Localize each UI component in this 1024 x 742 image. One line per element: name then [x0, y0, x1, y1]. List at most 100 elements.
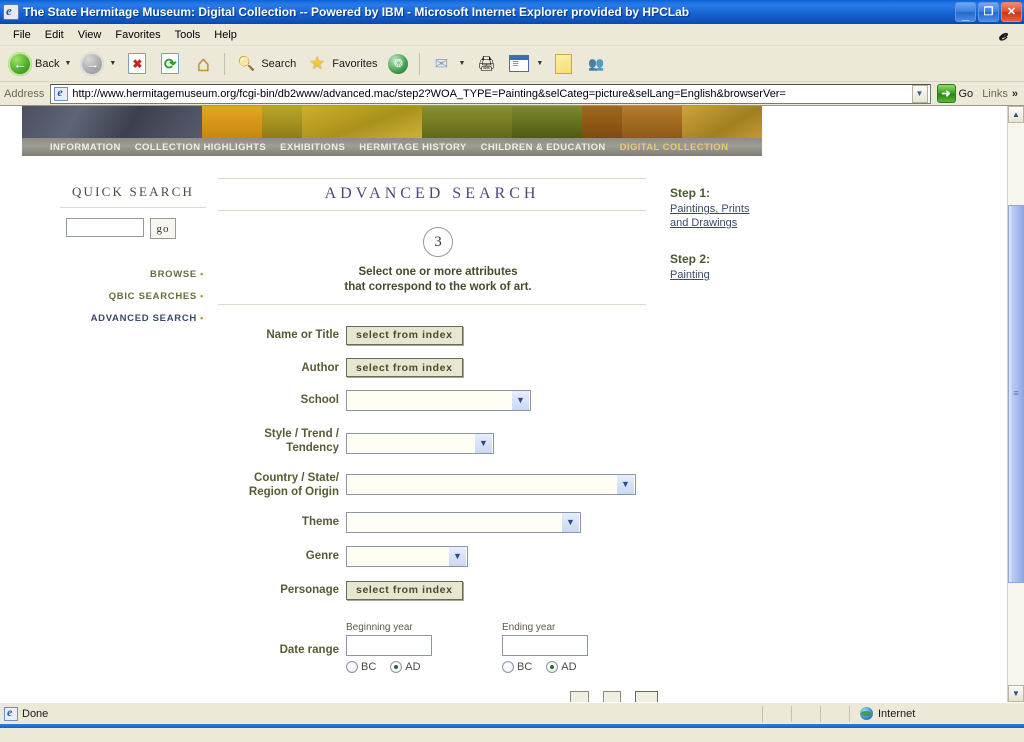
- menu-item-favorites[interactable]: Favorites: [108, 27, 167, 43]
- scroll-up-button[interactable]: ▲: [1008, 106, 1024, 123]
- radio-ad-icon[interactable]: [546, 660, 559, 673]
- minimize-button[interactable]: _: [955, 2, 976, 22]
- nav-item-children-education[interactable]: CHILDREN & EDUCATION: [481, 142, 606, 153]
- form-button-3[interactable]: [635, 690, 659, 702]
- left-sidebar: QUICK SEARCH go BROWSE • QBIC SEARCHES • A…: [0, 178, 218, 702]
- menu-item-edit[interactable]: Edit: [38, 27, 71, 43]
- divider: [218, 304, 646, 305]
- mail-dropdown-icon[interactable]: ▼: [458, 60, 465, 67]
- sidebar-item-qbic-label: QBIC SEARCHES: [108, 291, 197, 302]
- links-button[interactable]: Links »: [982, 88, 1022, 100]
- scrollbar-track[interactable]: [1008, 123, 1024, 685]
- sidebar-item-browse[interactable]: BROWSE •: [0, 269, 204, 280]
- school-select[interactable]: ▼: [346, 390, 531, 411]
- print-button[interactable]: [470, 50, 502, 78]
- address-dropdown-icon[interactable]: ▼: [911, 84, 928, 103]
- step2-heading: Step 2:: [670, 252, 711, 266]
- window-controls: _ ❐ ✕: [955, 2, 1022, 22]
- country-region-select[interactable]: ▼: [346, 474, 636, 495]
- back-button[interactable]: ← Back ▼: [4, 50, 75, 78]
- beginning-year-caption: Beginning year: [346, 621, 413, 633]
- personage-select-from-index-button[interactable]: select from index: [346, 580, 463, 600]
- radio-bc-icon[interactable]: [502, 660, 514, 673]
- menu-item-help[interactable]: Help: [207, 27, 244, 43]
- ending-year-ad-option[interactable]: AD: [546, 660, 577, 673]
- scrollbar-thumb[interactable]: [1008, 205, 1024, 583]
- step1-link-line2[interactable]: and Drawings: [670, 216, 858, 230]
- nav-item-exhibitions[interactable]: EXHIBITIONS: [280, 142, 345, 153]
- field-label-school: School: [300, 394, 339, 406]
- quick-search-input[interactable]: [66, 218, 144, 237]
- menu-item-tools[interactable]: Tools: [168, 27, 208, 43]
- radio-ad-icon[interactable]: [390, 660, 403, 673]
- messenger-button[interactable]: [580, 50, 612, 78]
- menu-item-file[interactable]: File: [6, 27, 38, 43]
- vertical-scrollbar[interactable]: ▲ ▼: [1007, 106, 1024, 702]
- field-label-theme: Theme: [301, 516, 339, 528]
- search-button[interactable]: Search: [230, 50, 300, 78]
- style-trend-tendency-select[interactable]: ▼: [346, 433, 494, 454]
- restore-button[interactable]: ❐: [978, 2, 999, 22]
- favorites-button[interactable]: Favorites: [301, 50, 381, 78]
- window-app-icon: [3, 3, 19, 20]
- stop-button[interactable]: [121, 50, 153, 77]
- ending-year-bc-label: BC: [517, 660, 533, 673]
- ending-year-bc-option[interactable]: BC: [502, 660, 533, 673]
- radio-bc-icon[interactable]: [346, 660, 358, 673]
- taskbar-edge: [0, 724, 1024, 728]
- beginning-year-ad-option[interactable]: AD: [390, 660, 421, 673]
- globe-icon: [860, 707, 873, 720]
- refresh-button[interactable]: [154, 50, 186, 77]
- field-label-country-region: Country / State/ Region of Origin: [248, 472, 339, 498]
- author-select-from-index-button[interactable]: select from index: [346, 358, 463, 377]
- security-zone-indicator[interactable]: Internet: [849, 705, 1024, 722]
- media-icon: [388, 53, 409, 74]
- edit-button[interactable]: ▼: [503, 50, 547, 77]
- step1-link-line1[interactable]: Paintings, Prints: [670, 202, 858, 216]
- form-button-1[interactable]: [570, 690, 589, 702]
- scroll-down-button[interactable]: ▼: [1008, 685, 1024, 702]
- step2-link-line1[interactable]: Painting: [670, 268, 858, 282]
- printer-icon: [474, 52, 498, 76]
- forward-dropdown-icon[interactable]: ▼: [109, 60, 116, 67]
- nav-item-collection-highlights[interactable]: COLLECTION HIGHLIGHTS: [135, 142, 266, 153]
- quick-search-form: go: [66, 218, 218, 239]
- close-button[interactable]: ✕: [1001, 2, 1022, 22]
- beginning-year-bc-option[interactable]: BC: [346, 660, 377, 673]
- step-description-line2: that correspond to the work of art.: [344, 281, 532, 293]
- nav-item-information[interactable]: INFORMATION: [50, 142, 121, 153]
- page-favicon-icon: [54, 85, 69, 101]
- home-button[interactable]: [187, 50, 219, 78]
- edit-page-icon: [509, 55, 530, 72]
- ending-year-input[interactable]: [502, 634, 588, 656]
- address-input[interactable]: http://www.hermitagemuseum.org/fcgi-bin/…: [50, 83, 931, 104]
- step1-heading: Step 1:: [670, 186, 711, 200]
- go-arrow-icon: ➜: [936, 84, 956, 103]
- nav-item-digital-collection[interactable]: DIGITAL COLLECTION: [620, 142, 729, 153]
- minimize-icon: _: [961, 7, 970, 22]
- status-message: Done: [22, 707, 49, 720]
- mail-button[interactable]: ▼: [425, 50, 469, 78]
- home-icon: [191, 52, 215, 76]
- beginning-year-input[interactable]: [346, 634, 432, 656]
- name-or-title-select-from-index-button[interactable]: select from index: [346, 325, 463, 345]
- back-dropdown-icon[interactable]: ▼: [64, 60, 71, 67]
- go-button[interactable]: ➜ Go: [935, 83, 979, 104]
- edit-dropdown-icon[interactable]: ▼: [536, 60, 543, 67]
- beginning-year-bc-label: BC: [361, 660, 377, 673]
- theme-select[interactable]: ▼: [346, 512, 581, 533]
- genre-select[interactable]: ▼: [346, 546, 468, 567]
- form-button-2[interactable]: [602, 690, 622, 702]
- media-button[interactable]: [382, 50, 414, 78]
- notes-button[interactable]: [548, 50, 579, 78]
- quick-search-go-button[interactable]: go: [150, 218, 176, 239]
- close-icon: ✕: [1006, 5, 1017, 18]
- sidebar-item-advanced-search[interactable]: ADVANCED SEARCH •: [0, 313, 204, 324]
- web-page: INFORMATION COLLECTION HIGHLIGHTS EXHIBI…: [0, 106, 1007, 702]
- menu-item-view[interactable]: View: [71, 27, 109, 43]
- field-label-name-or-title: Name or Title: [266, 329, 339, 341]
- sidebar-item-qbic-searches[interactable]: QBIC SEARCHES •: [0, 291, 204, 302]
- forward-button[interactable]: → ▼: [76, 50, 120, 78]
- nav-item-hermitage-history[interactable]: HERMITAGE HISTORY: [359, 142, 466, 153]
- sidebar-links: BROWSE • QBIC SEARCHES • ADVANCED SEARCH •: [0, 269, 218, 324]
